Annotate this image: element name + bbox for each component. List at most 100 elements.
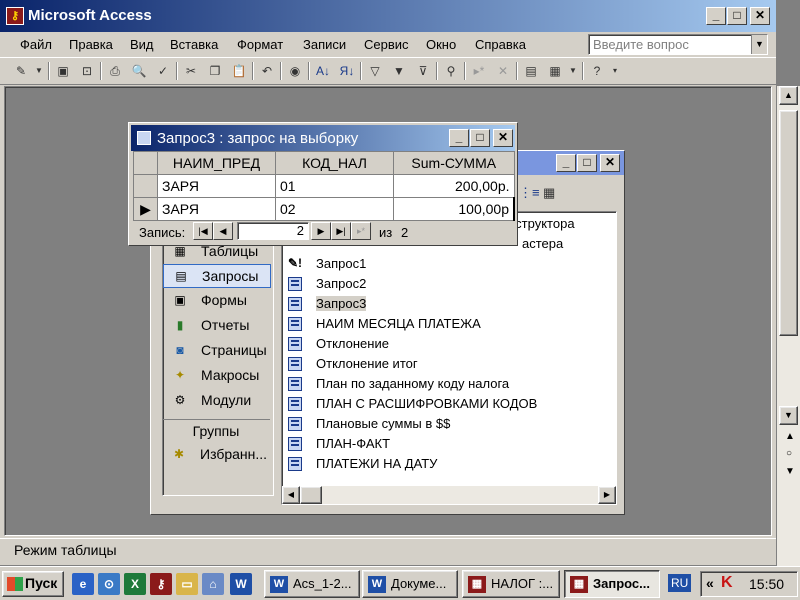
close-button[interactable]: ✕ — [493, 129, 513, 147]
explorer-icon[interactable]: ⌂ — [202, 573, 224, 595]
column-header[interactable]: Sum-СУММА — [393, 151, 515, 175]
object-queries[interactable]: ▤ Запросы — [163, 264, 271, 288]
object-pages[interactable]: ◙ Страницы — [163, 339, 271, 363]
antivirus-icon[interactable]: K — [721, 574, 733, 592]
chevron-down-icon[interactable]: ▼ — [564, 62, 582, 80]
new-record-icon[interactable]: ▸* — [470, 62, 488, 80]
record-selector[interactable] — [133, 174, 158, 198]
table-cell[interactable]: ЗАРЯ — [157, 174, 276, 198]
task-button[interactable]: W Acs_1-2... — [264, 570, 360, 598]
excel-icon[interactable]: X — [124, 573, 146, 595]
menu-format[interactable]: Формат — [237, 37, 283, 52]
column-header[interactable]: НАИМ_ПРЕД — [157, 151, 276, 175]
access-icon[interactable]: ⚷ — [150, 573, 172, 595]
view-icon[interactable]: ✎ — [12, 62, 30, 80]
table-cell[interactable]: 01 — [275, 174, 394, 198]
groups-header[interactable]: Группы — [162, 419, 270, 441]
next-page-icon[interactable]: ▼ — [785, 466, 795, 477]
menu-records[interactable]: Записи — [303, 37, 346, 52]
table-cell[interactable]: ЗАРЯ — [157, 197, 276, 221]
find-icon[interactable]: ⚲ — [442, 62, 460, 80]
table-cell[interactable]: 200,00р. — [393, 174, 515, 198]
apply-filter-icon[interactable]: ⊽ — [414, 62, 432, 80]
start-button[interactable]: Пуск — [2, 571, 64, 597]
list-horizontal-scrollbar[interactable]: ◀ ▶ — [282, 486, 616, 504]
minimize-button[interactable]: _ — [556, 154, 576, 172]
column-header[interactable]: КОД_НАЛ — [275, 151, 394, 175]
cut-icon[interactable]: ✂ — [182, 62, 200, 80]
list-view-icon[interactable]: ▦ — [543, 185, 555, 201]
menu-help[interactable]: Справка — [475, 37, 526, 52]
help-icon[interactable]: ? — [588, 62, 606, 80]
undo-icon[interactable]: ↶ — [258, 62, 276, 80]
previous-page-icon[interactable]: ▲ — [785, 431, 795, 442]
next-record-icon[interactable]: ▶ — [311, 222, 331, 240]
word-icon[interactable]: W — [230, 573, 252, 595]
group-favorites[interactable]: ✱ Избранн... — [162, 443, 270, 467]
task-button[interactable]: W Докуме... — [362, 570, 458, 598]
first-record-icon[interactable]: |◀ — [193, 222, 213, 240]
copy-icon[interactable]: ❐ — [206, 62, 224, 80]
select-all-cell[interactable] — [133, 151, 158, 175]
table-cell[interactable]: 02 — [275, 197, 394, 221]
query-window-titlebar[interactable]: Запрос3 : запрос на выборку _ □ ✕ — [131, 125, 515, 151]
close-button[interactable]: ✕ — [600, 154, 620, 172]
menu-view[interactable]: Вид — [130, 37, 154, 52]
sort-descending-icon[interactable]: Я↓ — [338, 62, 356, 80]
outlook-icon[interactable]: ⊙ — [98, 573, 120, 595]
scroll-thumb[interactable] — [300, 486, 322, 504]
details-view-icon[interactable]: ⋮≡ — [519, 185, 540, 201]
maximize-button[interactable]: □ — [470, 129, 490, 147]
object-reports[interactable]: ▮ Отчеты — [163, 314, 271, 338]
new-object-icon[interactable]: ▦ — [546, 62, 564, 80]
menu-window[interactable]: Окно — [426, 37, 456, 52]
scroll-thumb[interactable] — [779, 110, 798, 336]
ask-question-input[interactable]: Введите вопрос ▼ — [588, 34, 768, 55]
sort-ascending-icon[interactable]: A↓ — [314, 62, 332, 80]
object-forms[interactable]: ▣ Формы — [163, 289, 271, 313]
filter-by-form-icon[interactable]: ▼ — [390, 62, 408, 80]
print-preview-icon[interactable]: 🔍 — [130, 62, 148, 80]
table-cell[interactable]: 100,00р — [393, 197, 515, 221]
menu-insert[interactable]: Вставка — [170, 37, 218, 52]
internet-explorer-icon[interactable]: e — [72, 573, 94, 595]
clock[interactable]: 15:50 — [749, 576, 784, 592]
maximize-button[interactable]: □ — [577, 154, 597, 172]
scroll-down-icon[interactable]: ▼ — [779, 406, 798, 425]
chevron-down-icon[interactable]: ▼ — [751, 35, 767, 54]
previous-record-icon[interactable]: ◀ — [213, 222, 233, 240]
save-icon[interactable]: ▣ — [54, 62, 72, 80]
new-record-icon[interactable]: ▸* — [351, 222, 371, 240]
record-number-input[interactable]: 2 — [237, 222, 309, 240]
page-scrollbar[interactable]: ▲ ▼ ▲ ○ ▼ — [776, 86, 800, 566]
scroll-up-icon[interactable]: ▲ — [779, 86, 798, 105]
minimize-button[interactable]: _ — [449, 129, 469, 147]
scroll-right-icon[interactable]: ▶ — [598, 486, 616, 504]
filter-by-selection-icon[interactable]: ▽ — [366, 62, 384, 80]
chevron-down-icon[interactable]: ▼ — [30, 62, 48, 80]
scroll-left-icon[interactable]: ◀ — [282, 486, 300, 504]
object-macros[interactable]: ✦ Макросы — [163, 364, 271, 388]
tray-expand-icon[interactable]: « — [706, 575, 714, 591]
language-indicator[interactable]: RU — [668, 574, 692, 592]
select-browse-object-icon[interactable]: ○ — [786, 448, 792, 459]
database-window-icon[interactable]: ▤ — [522, 62, 540, 80]
menu-tools[interactable]: Сервис — [364, 37, 409, 52]
hyperlink-icon[interactable]: ◉ — [286, 62, 304, 80]
task-button[interactable]: ▦ НАЛОГ :... — [462, 570, 560, 598]
last-record-icon[interactable]: ▶| — [331, 222, 351, 240]
menu-file[interactable]: Файл — [20, 37, 52, 52]
record-selector[interactable]: ▶ — [133, 197, 158, 221]
toolbar-options-icon[interactable]: ▾ — [606, 62, 624, 80]
delete-record-icon[interactable]: ✕ — [494, 62, 512, 80]
file-search-icon[interactable]: ⊡ — [78, 62, 96, 80]
maximize-button[interactable]: □ — [727, 7, 747, 25]
folder-icon[interactable]: ▭ — [176, 573, 198, 595]
paste-icon[interactable]: 📋 — [230, 62, 248, 80]
close-button[interactable]: ✕ — [750, 7, 770, 25]
menu-edit[interactable]: Правка — [69, 37, 113, 52]
task-button-active[interactable]: ▦ Запрос... — [564, 570, 660, 598]
minimize-button[interactable]: _ — [706, 7, 726, 25]
object-modules[interactable]: ⚙ Модули — [163, 389, 271, 413]
print-icon[interactable]: ⎙ — [106, 62, 124, 80]
